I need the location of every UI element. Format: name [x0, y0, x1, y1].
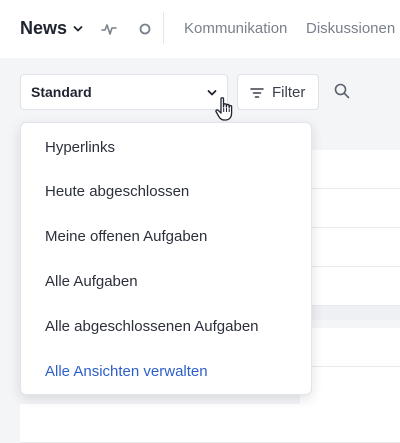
view-select[interactable]: Standard	[20, 74, 228, 110]
view-dropdown-menu: Hyperlinks Heute abgeschlossen Meine off…	[20, 122, 312, 395]
nav-link-diskussionen[interactable]: Diskussionen	[306, 20, 395, 37]
view-select-value: Standard	[31, 84, 92, 100]
app-title: News	[20, 18, 68, 38]
manage-views-link[interactable]: Alle Ansichten verwalten	[45, 363, 208, 380]
activity-icon[interactable]	[101, 21, 117, 37]
list-row	[300, 150, 400, 189]
menu-item-heute-abgeschlossen[interactable]: Heute abgeschlossen	[45, 183, 189, 200]
nav-divider	[163, 12, 164, 44]
status-circle-icon[interactable]	[137, 21, 153, 37]
menu-item-hyperlinks[interactable]: Hyperlinks	[45, 139, 115, 156]
list-separator	[300, 306, 400, 320]
nav-link-kommunikation[interactable]: Kommunikation	[184, 20, 287, 37]
filter-icon	[250, 88, 264, 98]
toolbar: Standard Filter	[0, 58, 400, 128]
list-row	[300, 228, 400, 267]
list-row	[20, 404, 400, 443]
top-nav-bar: News Kommunikation Diskussionen	[0, 0, 400, 59]
list-row	[300, 328, 400, 367]
menu-item-meine-offenen-aufgaben[interactable]: Meine offenen Aufgaben	[45, 228, 207, 245]
filter-button-label: Filter	[272, 84, 306, 101]
menu-item-alle-aufgaben[interactable]: Alle Aufgaben	[45, 273, 138, 290]
filter-button[interactable]: Filter	[237, 74, 319, 110]
hand-pointer-cursor-icon	[215, 97, 233, 121]
list-row	[300, 267, 400, 306]
list-row	[300, 367, 400, 406]
search-icon[interactable]	[333, 82, 351, 100]
app-switcher[interactable]: News	[20, 18, 83, 39]
menu-item-alle-abgeschlossenen-aufgaben[interactable]: Alle abgeschlossenen Aufgaben	[45, 318, 259, 335]
list-row	[300, 189, 400, 228]
chevron-down-icon	[73, 25, 83, 31]
